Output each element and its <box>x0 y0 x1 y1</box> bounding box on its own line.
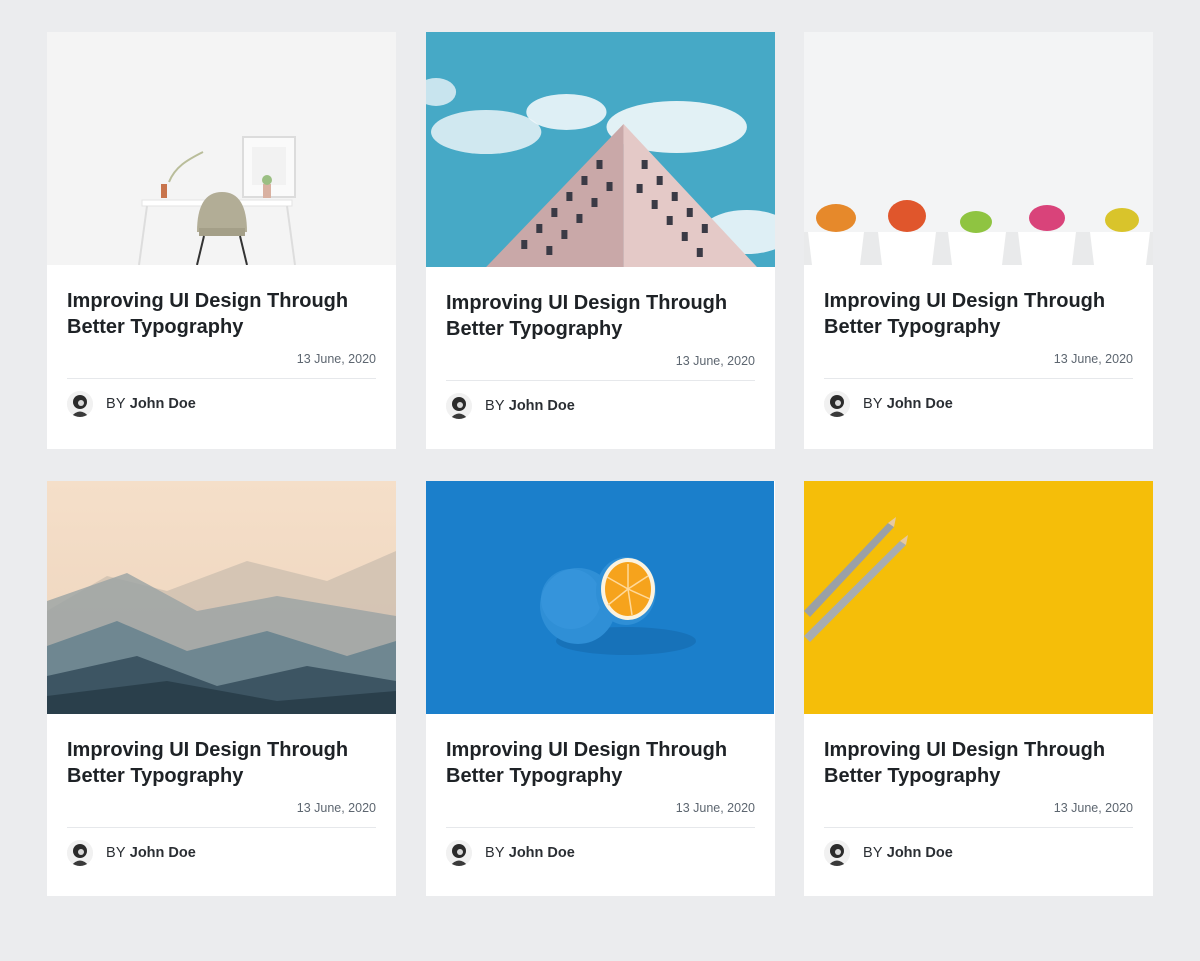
post-title[interactable]: Improving UI Design Through Better Typog… <box>446 290 755 342</box>
post-thumbnail-image[interactable] <box>426 481 774 714</box>
post-thumbnail-image[interactable] <box>426 32 775 267</box>
author-avatar[interactable] <box>446 393 472 419</box>
byline-prefix: BY <box>485 845 505 861</box>
byline-prefix: BY <box>106 396 126 412</box>
post-card[interactable]: Improving UI Design Through Better Typog… <box>47 481 396 896</box>
post-byline: BY John Doe <box>824 379 1133 429</box>
author-avatar[interactable] <box>824 840 850 866</box>
author-name-link[interactable]: John Doe <box>887 845 953 861</box>
post-card[interactable]: Improving UI Design Through Better Typog… <box>426 32 775 449</box>
post-card[interactable]: Improving UI Design Through Better Typog… <box>426 481 775 896</box>
post-byline: BY John Doe <box>446 381 755 431</box>
post-title[interactable]: Improving UI Design Through Better Typog… <box>67 288 376 340</box>
author-name-link[interactable]: John Doe <box>509 845 575 861</box>
post-date: 13 June, 2020 <box>296 801 376 815</box>
post-title[interactable]: Improving UI Design Through Better Typog… <box>824 288 1133 340</box>
byline-prefix: BY <box>485 398 505 414</box>
author-name-link[interactable]: John Doe <box>887 396 953 412</box>
author-avatar[interactable] <box>67 391 93 417</box>
post-date: 13 June, 2020 <box>296 352 376 366</box>
post-card[interactable]: Improving UI Design Through Better Typog… <box>804 481 1153 896</box>
byline-prefix: BY <box>863 396 883 412</box>
byline-prefix: BY <box>106 845 126 861</box>
post-title[interactable]: Improving UI Design Through Better Typog… <box>67 737 376 789</box>
post-byline: BY John Doe <box>67 379 376 429</box>
post-title[interactable]: Improving UI Design Through Better Typog… <box>446 737 755 789</box>
post-date: 13 June, 2020 <box>675 354 755 368</box>
post-card[interactable]: Improving UI Design Through Better Typog… <box>804 32 1153 449</box>
post-date: 13 June, 2020 <box>1053 801 1133 815</box>
post-thumbnail-image[interactable] <box>804 481 1153 714</box>
author-name-link[interactable]: John Doe <box>130 396 196 412</box>
byline-prefix: BY <box>863 845 883 861</box>
author-avatar[interactable] <box>67 840 93 866</box>
post-date: 13 June, 2020 <box>1053 352 1133 366</box>
post-thumbnail-image[interactable] <box>47 32 396 265</box>
post-byline: BY John Doe <box>824 828 1133 878</box>
post-card[interactable]: Improving UI Design Through Better Typog… <box>47 32 396 449</box>
author-avatar[interactable] <box>446 840 472 866</box>
post-byline: BY John Doe <box>67 828 376 878</box>
post-date: 13 June, 2020 <box>675 801 755 815</box>
post-byline: BY John Doe <box>446 828 755 878</box>
post-thumbnail-image[interactable] <box>47 481 396 714</box>
author-name-link[interactable]: John Doe <box>130 845 196 861</box>
author-avatar[interactable] <box>824 391 850 417</box>
post-title[interactable]: Improving UI Design Through Better Typog… <box>824 737 1133 789</box>
author-name-link[interactable]: John Doe <box>509 398 575 414</box>
post-thumbnail-image[interactable] <box>804 32 1153 265</box>
